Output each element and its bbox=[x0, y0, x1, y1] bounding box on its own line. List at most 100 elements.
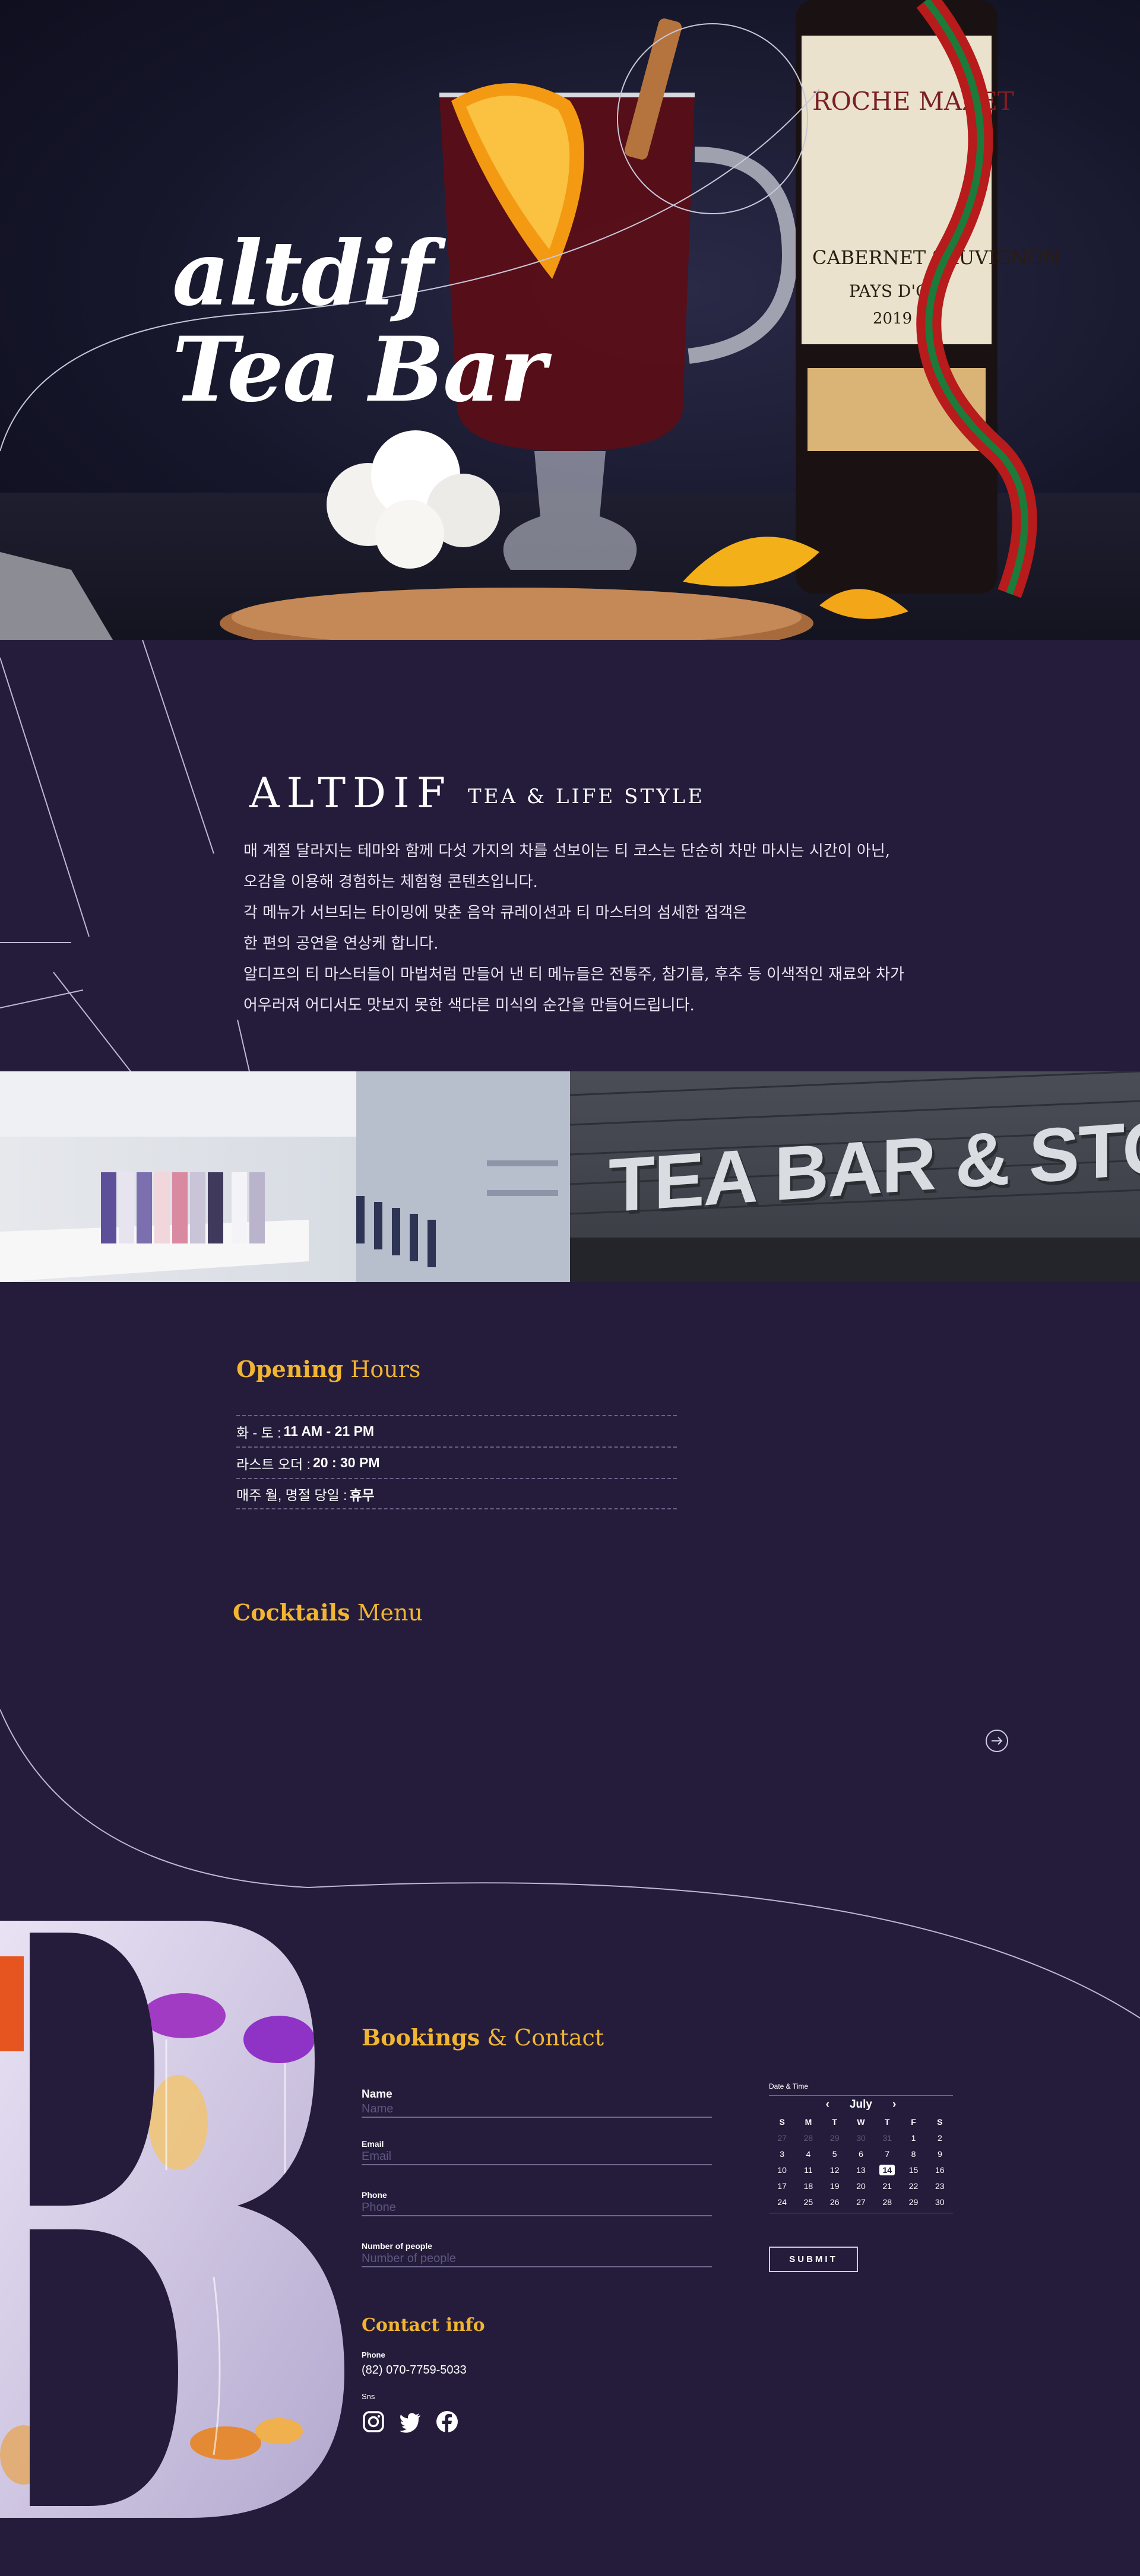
email-input[interactable] bbox=[362, 2149, 712, 2165]
name-label: Name bbox=[362, 2088, 392, 2101]
calendar-day[interactable]: 3 bbox=[769, 2147, 795, 2161]
calendar-day[interactable]: 31 bbox=[874, 2131, 900, 2145]
hours-row-value: 20 : 30 PM bbox=[312, 1455, 380, 1470]
selected-day-number: 14 bbox=[879, 2165, 895, 2175]
hours-row: 라스트 오더 : 20 : 30 PM bbox=[236, 1446, 677, 1478]
intro-line: 어우러져 어디서도 맛보지 못한 색다른 미식의 순간을 만들어드립니다. bbox=[243, 997, 695, 1014]
intro-line: 한 편의 공연을 연상케 합니다. bbox=[243, 935, 439, 953]
cocktails-title: Cocktails Menu bbox=[233, 1599, 423, 1626]
calendar-day[interactable]: 27 bbox=[848, 2196, 874, 2209]
calendar-day[interactable]: 29 bbox=[822, 2131, 848, 2145]
calendar-day[interactable]: 17 bbox=[769, 2180, 795, 2193]
instagram-icon[interactable] bbox=[362, 2410, 385, 2434]
email-field: Email bbox=[362, 2139, 712, 2165]
weekday-header: S bbox=[937, 2117, 943, 2127]
calendar-day[interactable]: 30 bbox=[848, 2131, 874, 2145]
calendar-day[interactable]: 28 bbox=[874, 2196, 900, 2209]
calendar-day[interactable]: 24 bbox=[769, 2196, 795, 2209]
calendar-day[interactable]: 12 bbox=[822, 2163, 848, 2177]
hours-row-label: 라스트 오더 : bbox=[236, 1456, 311, 1472]
phone-input[interactable] bbox=[362, 2200, 712, 2216]
calendar-grid: S M T W T F S 27 28 29 30 31 1 2 3 4 5 6 7 8 9 10 11 12 13 14 15 16… bbox=[769, 2115, 953, 2213]
calendar-day[interactable]: 16 bbox=[927, 2163, 953, 2177]
intro-brand: ALTDIF bbox=[249, 769, 453, 817]
submit-button[interactable]: SUBMIT bbox=[769, 2247, 858, 2272]
weekday-header: F bbox=[911, 2117, 916, 2127]
interior-illustration bbox=[0, 1071, 570, 1282]
calendar-day[interactable]: 7 bbox=[874, 2147, 900, 2161]
calendar-day[interactable]: 4 bbox=[795, 2147, 821, 2161]
cocktails-title-a: Cocktails bbox=[233, 1599, 350, 1626]
intro-line: 각 메뉴가 서브되는 타이밍에 맞춘 음악 큐레이션과 티 마스터의 섬세한 접… bbox=[243, 904, 748, 922]
hero-title: altdif Tea Bar bbox=[172, 226, 546, 422]
contact-phone-value: (82) 070-7759-5033 bbox=[362, 2364, 467, 2377]
hero-photo: ROCHE MAZET CABERNET SAUVIGNON PAYS D'OC… bbox=[0, 0, 1060, 640]
prev-month-button[interactable]: ‹ bbox=[826, 2098, 829, 2111]
calendar-day[interactable]: 30 bbox=[927, 2196, 953, 2209]
calendar-day-selected[interactable]: 14 bbox=[874, 2163, 900, 2177]
calendar-day[interactable]: 22 bbox=[900, 2180, 926, 2193]
calendar-day[interactable]: 20 bbox=[848, 2180, 874, 2193]
intro-line: 매 계절 달라지는 테마와 함께 다섯 가지의 차를 선보이는 티 코스는 단순… bbox=[243, 842, 891, 860]
calendar-day[interactable]: 15 bbox=[900, 2163, 926, 2177]
calendar-day[interactable]: 2 bbox=[927, 2131, 953, 2145]
weekday-header: M bbox=[805, 2117, 812, 2127]
hero-title-line2: Tea Bar bbox=[172, 318, 546, 422]
contact-info-title-text: Contact info bbox=[362, 2315, 485, 2336]
hours-row-value: 11 AM - 21 PM bbox=[283, 1423, 375, 1439]
weekday-header: W bbox=[857, 2117, 865, 2127]
calendar-day[interactable]: 18 bbox=[795, 2180, 821, 2193]
photo-tea-bar-interior bbox=[0, 1071, 570, 1282]
bookings-title: Bookings & Contact bbox=[362, 2024, 604, 2051]
weekday-header: S bbox=[779, 2117, 785, 2127]
date-picker: Date & Time ‹ July › S M T W T F S 27 28 29 30 31 1 2… bbox=[769, 2082, 953, 2213]
bookings-title-a: Bookings bbox=[362, 2024, 480, 2051]
facebook-icon[interactable] bbox=[435, 2410, 459, 2434]
hours-title-b: Hours bbox=[350, 1356, 421, 1382]
calendar-day[interactable]: 5 bbox=[822, 2147, 848, 2161]
date-time-label: Date & Time bbox=[769, 2082, 809, 2090]
people-label: Number of people bbox=[362, 2241, 433, 2251]
calendar-day[interactable]: 13 bbox=[848, 2163, 874, 2177]
contact-phone-label: Phone bbox=[362, 2350, 385, 2359]
hours-row-value: 휴무 bbox=[349, 1487, 375, 1503]
calendar-day[interactable]: 10 bbox=[769, 2163, 795, 2177]
cocktails-title-b: Menu bbox=[357, 1600, 423, 1626]
calendar-day[interactable]: 9 bbox=[927, 2147, 953, 2161]
hours-title: Opening Hours bbox=[236, 1356, 420, 1382]
intro-line: 알디프의 티 마스터들이 마법처럼 만들어 낸 티 메뉴들은 전통주, 참기름,… bbox=[243, 966, 904, 984]
sns-label: Sns bbox=[362, 2392, 375, 2401]
hours-row: 화 - 토 : 11 AM - 21 PM bbox=[236, 1415, 677, 1446]
people-field: Number of people bbox=[362, 2241, 712, 2267]
calendar-day[interactable]: 19 bbox=[822, 2180, 848, 2193]
calendar-day[interactable]: 23 bbox=[927, 2180, 953, 2193]
calendar-day[interactable]: 29 bbox=[900, 2196, 926, 2209]
calendar-day[interactable]: 28 bbox=[795, 2131, 821, 2145]
twitter-icon[interactable] bbox=[398, 2410, 422, 2434]
calendar-day[interactable]: 25 bbox=[795, 2196, 821, 2209]
people-input[interactable] bbox=[362, 2251, 712, 2267]
hours-title-a: Opening bbox=[236, 1356, 344, 1382]
contact-info-title: Contact info bbox=[362, 2315, 485, 2336]
weekday-header: T bbox=[885, 2117, 890, 2127]
calendar-day[interactable]: 26 bbox=[822, 2196, 848, 2209]
next-month-button[interactable]: › bbox=[892, 2098, 896, 2111]
name-input[interactable] bbox=[362, 2101, 712, 2118]
phone-label: Phone bbox=[362, 2190, 387, 2200]
hours-row: 매주 월, 명절 당일 : 휴무 bbox=[236, 1478, 677, 1509]
calendar-day[interactable]: 6 bbox=[848, 2147, 874, 2161]
email-label: Email bbox=[362, 2139, 384, 2149]
calendar-day[interactable]: 27 bbox=[769, 2131, 795, 2145]
calendar-day[interactable]: 11 bbox=[795, 2163, 821, 2177]
calendar-day[interactable]: 21 bbox=[874, 2180, 900, 2193]
calendar-month: July bbox=[849, 2098, 873, 2111]
intro-line: 오감을 이용해 경험하는 체험형 콘텐츠입니다. bbox=[243, 873, 538, 891]
hours-row-label: 화 - 토 : bbox=[236, 1425, 281, 1441]
intro-tagline: TEA & LIFE STYLE bbox=[468, 785, 705, 808]
phone-field: Phone bbox=[362, 2190, 712, 2216]
weekday-header: T bbox=[832, 2117, 837, 2127]
calendar-day[interactable]: 1 bbox=[900, 2131, 926, 2145]
big-letter-b-image bbox=[0, 1921, 344, 2518]
calendar-header: ‹ July › bbox=[769, 2095, 953, 2113]
calendar-day[interactable]: 8 bbox=[900, 2147, 926, 2161]
